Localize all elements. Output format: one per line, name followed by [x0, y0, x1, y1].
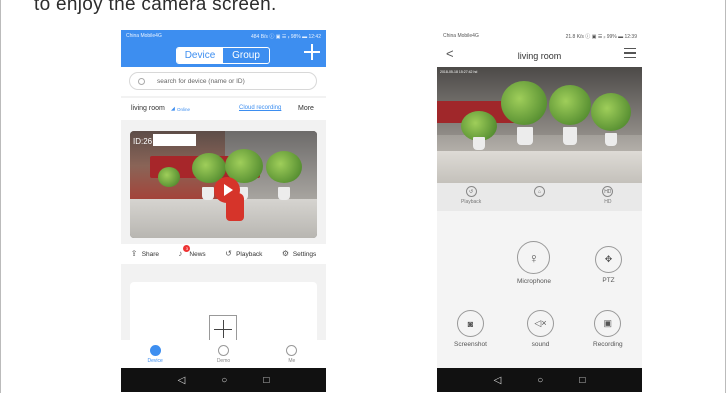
more-button[interactable]: More [298, 105, 314, 112]
status-indicators: 484 B/s ⓘ ▣ ☰ ᵢₗ 98% ▬ 12:42 [250, 34, 321, 40]
add-device-button[interactable] [304, 44, 320, 60]
camera-scene-table [130, 199, 317, 238]
recent-apps-icon[interactable]: □ [579, 375, 585, 386]
playback-function[interactable]: ↺ Playback [437, 183, 505, 211]
id-redaction [153, 134, 196, 146]
tab-bar-demo[interactable]: Demo [189, 340, 257, 368]
pot-image [563, 127, 577, 145]
user-icon [286, 345, 298, 356]
app-header: China Mobile4G 484 B/s ⓘ ▣ ☰ ᵢₗ 98% ▬ 12… [121, 30, 326, 67]
ptz-label: PTZ [602, 277, 615, 284]
video-function-bar: ↺ Playback ⌂ HD HD [437, 183, 642, 211]
back-nav-icon[interactable]: ◁ [178, 375, 186, 386]
home-nav-icon[interactable]: ○ [221, 375, 227, 386]
tab-group[interactable]: Group [223, 48, 269, 63]
tab-bar-me[interactable]: Me [258, 340, 326, 368]
tab-device[interactable]: Device [177, 48, 223, 63]
microphone-icon: ♀ [517, 241, 551, 274]
live-view-header: China Mobile4G 21.8 K/s ⓘ ▣ ☰ ᵢₗ 99% ▬ 1… [437, 30, 642, 67]
settings-button[interactable]: ⚙ Settings [282, 250, 317, 258]
recording-label: Recording [593, 341, 623, 348]
device-row: living room ◢ Online Cloud recording Mor… [121, 98, 326, 120]
camera-id: ID:26 [133, 137, 153, 146]
plant-image [549, 85, 591, 125]
share-icon: ⇪ [130, 249, 138, 258]
camera-actions-bar: ⇪ Share ♪ 3 News ↺ Playback ⚙ Settings [121, 244, 326, 264]
device-list-screen: China Mobile4G 484 B/s ⓘ ▣ ☰ ᵢₗ 98% ▬ 12… [121, 30, 326, 392]
plant-image [158, 167, 180, 187]
plant-image [501, 81, 547, 125]
search-placeholder: search for device (name or ID) [157, 77, 245, 85]
alarm-function[interactable]: ⌂ [505, 183, 573, 211]
sound-control[interactable]: ◁× sound [527, 310, 554, 348]
cloud-recording-link[interactable]: Cloud recording [239, 105, 281, 111]
device-status: Online [177, 107, 191, 112]
alarm-icon: ⌂ [533, 186, 545, 197]
demo-icon [217, 345, 229, 356]
tap-hand-icon [226, 193, 244, 221]
playback-button[interactable]: ↺ Playback [225, 250, 262, 258]
live-video[interactable]: 2018-05-18 15:27:42 hd [437, 67, 642, 183]
pot-image [473, 137, 485, 150]
ptz-arrows-icon: ✥ [595, 246, 622, 273]
recent-apps-icon[interactable]: □ [263, 375, 269, 386]
news-button[interactable]: ♪ 3 News [178, 245, 206, 258]
playback-icon: ↺ [465, 186, 477, 197]
pot-image [202, 187, 214, 200]
hd-function[interactable]: HD HD [574, 183, 642, 211]
signal-icon: ◢ [171, 106, 175, 112]
tab-bar-device[interactable]: Device [121, 340, 189, 368]
hd-icon: HD [602, 186, 614, 197]
microphone-label: Microphone [517, 278, 551, 285]
pot-image [278, 187, 290, 200]
camera-icon [149, 345, 161, 356]
pot-image [517, 127, 533, 145]
video-scene-table [437, 151, 642, 183]
menu-icon[interactable] [624, 48, 636, 58]
status-indicators: 21.8 K/s ⓘ ▣ ☰ ᵢₗ 99% ▬ 12:39 [565, 34, 637, 40]
android-nav-bar: ◁ ○ □ [437, 368, 642, 392]
camera-preview-card[interactable]: ID:26 [130, 131, 317, 238]
android-nav-bar: ◁ ○ □ [121, 368, 326, 392]
share-button[interactable]: ⇪ Share [131, 250, 159, 258]
plant-image [266, 151, 302, 183]
live-view-screen: China Mobile4G 21.8 K/s ⓘ ▣ ☰ ᵢₗ 99% ▬ 1… [437, 30, 642, 392]
sound-label: sound [531, 341, 550, 348]
page-title: living room [517, 51, 562, 61]
video-timestamp: 2018-05-18 15:27:42 hd [440, 70, 478, 74]
screenshot-label: Screenshot [454, 341, 487, 348]
video-camera-icon: ▣ [594, 310, 622, 337]
search-icon [138, 77, 145, 85]
status-carrier: China Mobile4G [126, 33, 162, 39]
device-group-toggle: Device Group [176, 47, 270, 64]
search-input[interactable]: search for device (name or ID) [129, 72, 317, 90]
screenshot-control[interactable]: ◙ Screenshot [454, 310, 487, 348]
camera-icon: ◙ [456, 310, 484, 337]
status-carrier: China Mobile4G [443, 33, 479, 39]
microphone-control[interactable]: ♀ Microphone [517, 241, 551, 285]
recording-control[interactable]: ▣ Recording [593, 310, 623, 348]
pot-image [605, 133, 617, 146]
ptz-control[interactable]: ✥ PTZ [595, 246, 622, 284]
bottom-tab-bar: Device Demo Me [121, 340, 326, 368]
mute-speaker-icon: ◁× [527, 310, 554, 337]
gear-icon: ⚙ [281, 249, 289, 258]
search-bar: search for device (name or ID) [121, 67, 326, 96]
device-name: living room [131, 105, 165, 112]
plant-image [591, 93, 631, 131]
home-nav-icon[interactable]: ○ [537, 375, 543, 386]
instruction-text: to enjoy the camera screen. [34, 0, 277, 15]
playback-icon: ↺ [225, 249, 232, 258]
add-camera-icon[interactable] [209, 315, 237, 343]
instruction-page: to enjoy the camera screen. China Mobile… [0, 0, 726, 393]
back-nav-icon[interactable]: ◁ [494, 375, 502, 386]
page-edge-left [0, 0, 1, 393]
